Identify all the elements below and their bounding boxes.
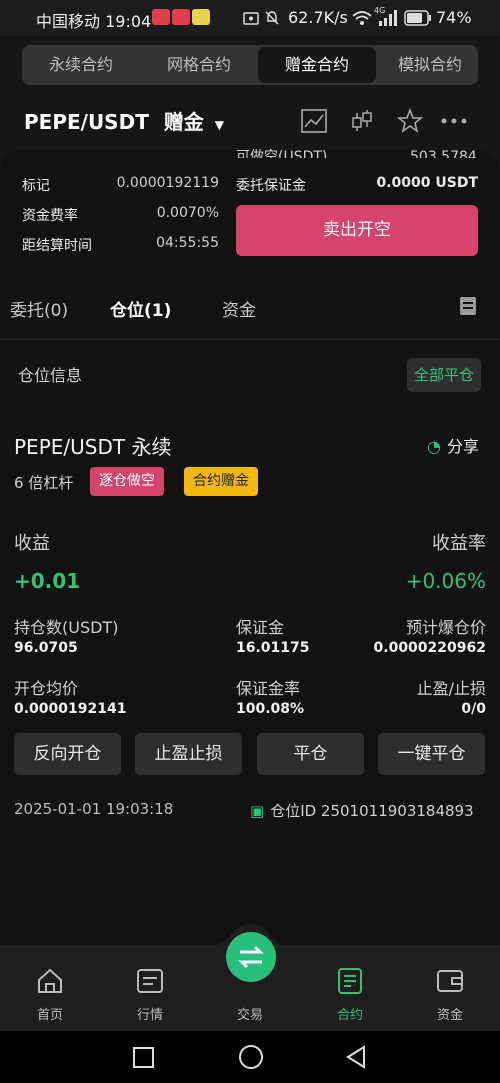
reverse-position-button[interactable]: 反向开仓 (14, 733, 121, 775)
notification-icon (172, 9, 190, 25)
nav-contract[interactable]: 合约 (320, 1004, 380, 1023)
nav-home[interactable]: 首页 (20, 1004, 80, 1023)
margin-label: 保证金 (236, 618, 285, 637)
status-bar: 中国移动 19:04 62.7K/s 4G 74% (0, 0, 500, 36)
close-position-button[interactable]: 平仓 (257, 733, 364, 775)
home-icon[interactable] (35, 966, 65, 996)
trade-button[interactable] (226, 932, 276, 982)
app-notification-icon (192, 9, 210, 25)
share-label: 分享 (446, 437, 479, 456)
divider (0, 339, 500, 340)
entry-price-label: 开仓均价 (14, 679, 79, 698)
tab-positions[interactable]: 仓位(1) (110, 296, 171, 321)
carrier-time: 中国移动 19:04 (36, 12, 152, 31)
margin-ratio-value: 100.08% (236, 701, 305, 717)
nav-market[interactable]: 行情 (120, 1004, 180, 1023)
back-icon[interactable] (345, 1045, 367, 1069)
net-speed: 62.7K/s (288, 8, 348, 27)
home-circle-icon[interactable] (239, 1045, 263, 1069)
copy-icon[interactable]: ▣ (250, 802, 264, 820)
one-click-close-button[interactable]: 一键平仓 (378, 733, 485, 775)
size-label: 持仓数(USDT) (14, 618, 119, 637)
chart-icon[interactable] (300, 107, 328, 135)
share-icon: ◔ (427, 437, 441, 456)
close-all-button[interactable]: 全部平仓 (407, 358, 481, 392)
funding-rate-value: 0.0070% (156, 205, 219, 221)
notification-icon (152, 9, 170, 25)
liq-price-value: 0.0000220962 (373, 640, 486, 656)
tpsl-value: 0/0 (461, 701, 486, 717)
mark-price-label: 标记 (22, 178, 50, 194)
available-short-value: 503.5784 (410, 149, 477, 158)
wallet-icon[interactable] (435, 966, 465, 996)
candlestick-icon[interactable] (348, 107, 376, 135)
tab-orders[interactable]: 委托(0) (10, 296, 68, 321)
pair-selector[interactable]: PEPE/USDT 赠金 ▼ (24, 106, 224, 135)
battery-percent: 74% (436, 8, 472, 27)
swap-icon (238, 945, 264, 969)
order-margin-label: 委托保证金 (236, 178, 306, 194)
signal-icon (379, 10, 397, 26)
pnl-label: 收益 (14, 533, 50, 554)
tpsl-label: 止盈/止损 (416, 679, 486, 698)
wifi-icon (352, 11, 372, 25)
position-id-text: 仓位ID 2501011903184893 (270, 802, 474, 820)
recent-apps-icon[interactable] (133, 1047, 154, 1068)
short-tag: 逐仓做空 (90, 467, 164, 496)
size-value: 96.0705 (14, 640, 78, 656)
available-short-label: 可做空(USDT) (236, 149, 328, 158)
entry-price-value: 0.0000192141 (14, 701, 127, 717)
tab-bonus[interactable]: 赠金合约 (258, 47, 376, 83)
liq-price-label: 预计爆仓价 (405, 618, 486, 637)
contract-type-tabs: 永续合约 网格合约 赠金合约 模拟合约 (22, 45, 478, 85)
more-icon[interactable] (440, 107, 468, 135)
tab-assets[interactable]: 资金 (222, 296, 256, 321)
list-icon[interactable] (459, 296, 477, 316)
nav-trade[interactable]: 交易 (220, 1004, 280, 1023)
chevron-down-icon: ▼ (214, 118, 225, 132)
system-nav (0, 1031, 500, 1083)
position-title: PEPE/USDT 永续 (14, 435, 172, 459)
mark-price-value: 0.0000192119 (116, 175, 219, 191)
screenshot-icon (243, 12, 259, 25)
roe-value: +0.06% (405, 569, 486, 593)
mute-bell-icon (265, 11, 279, 25)
funding-rate-label: 资金费率 (22, 208, 78, 224)
tab-simulation[interactable]: 模拟合约 (382, 45, 478, 85)
settlement-countdown: 04:55:55 (156, 235, 219, 251)
bonus-tag: 合约赠金 (184, 467, 258, 496)
pair-name: PEPE/USDT (24, 110, 149, 134)
tp-sl-button[interactable]: 止盈止损 (135, 733, 242, 775)
settlement-label: 距结算时间 (22, 238, 92, 254)
share-button[interactable]: ◔ 分享 (427, 433, 479, 457)
sell-short-button[interactable]: 卖出开空 (236, 205, 478, 256)
margin-value: 16.01175 (236, 640, 310, 656)
tab-perpetual[interactable]: 永续合约 (22, 45, 140, 85)
position-info-label: 仓位信息 (18, 366, 83, 385)
position-time: 2025-01-01 19:03:18 (14, 800, 174, 818)
pair-mode: 赠金 (163, 110, 204, 134)
battery-icon (404, 10, 431, 26)
position-id: ▣ 仓位ID 2501011903184893 (250, 800, 474, 821)
star-icon[interactable] (396, 107, 424, 135)
leverage-label: 6 倍杠杆 (14, 474, 74, 492)
contract-icon[interactable] (335, 966, 365, 996)
roe-label: 收益率 (432, 533, 486, 554)
pnl-value: +0.01 (14, 569, 81, 593)
tab-grid[interactable]: 网格合约 (140, 45, 258, 85)
market-icon[interactable] (135, 966, 165, 996)
nav-assets[interactable]: 资金 (420, 1004, 480, 1023)
margin-ratio-label: 保证金率 (236, 679, 301, 698)
order-margin-value: 0.0000 USDT (376, 175, 478, 191)
